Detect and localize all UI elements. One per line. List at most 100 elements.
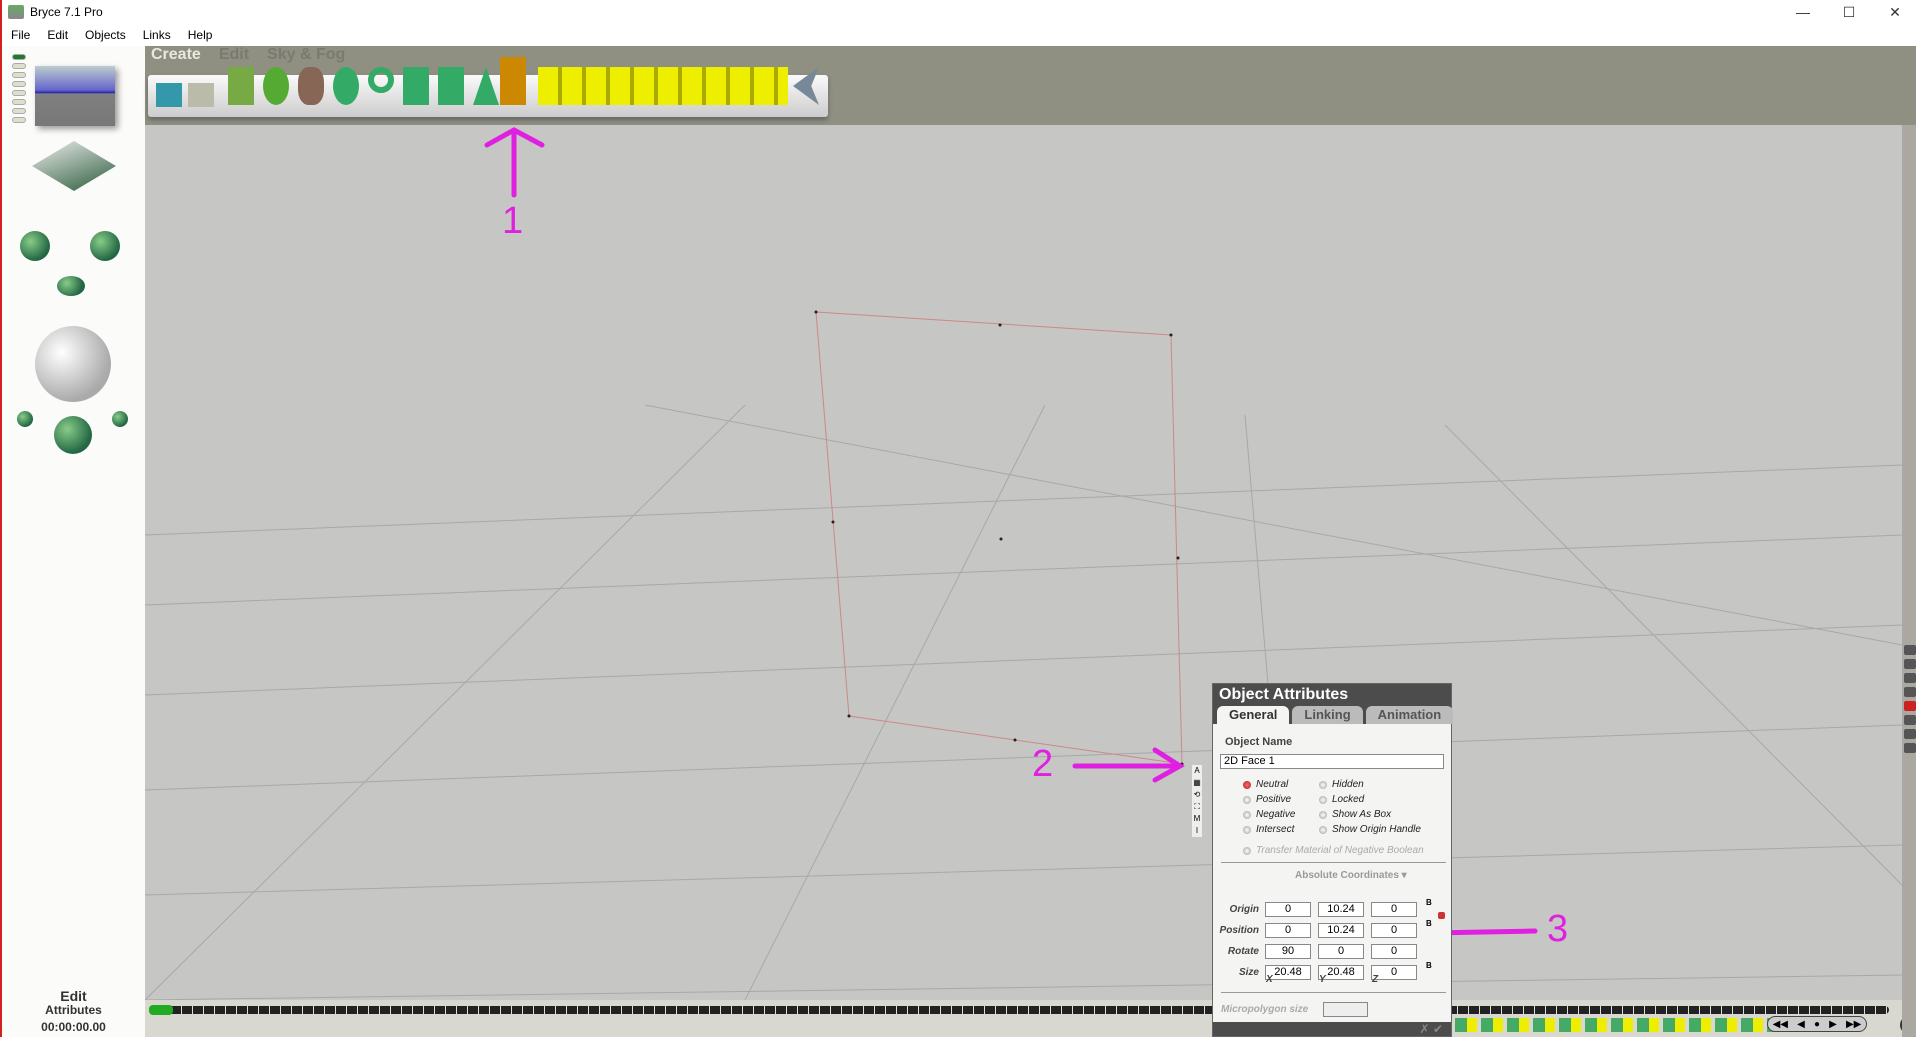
transfer-label: Transfer Material of Negative Boolean: [1256, 845, 1424, 856]
coord-y-input[interactable]: 10.24: [1318, 923, 1364, 938]
tool-icon[interactable]: [1904, 645, 1916, 655]
tab-general[interactable]: General: [1217, 706, 1290, 724]
tree-tool[interactable]: [263, 67, 289, 105]
pan-control[interactable]: [20, 231, 50, 261]
import-tool[interactable]: [793, 67, 819, 105]
time-display: 00:00:00.00: [41, 1020, 106, 1034]
radio-negative[interactable]: Negative: [1243, 809, 1295, 820]
tool-icon[interactable]: [1904, 701, 1916, 711]
menu-bar: File Edit Objects Links Help: [2, 24, 1916, 46]
coord-x-input[interactable]: 0: [1265, 902, 1311, 917]
coordinates-mode-dropdown[interactable]: Absolute Coordinates ▾: [1295, 870, 1407, 881]
b-marker: B: [1426, 898, 1432, 907]
tab-edit[interactable]: Edit: [219, 46, 249, 64]
radio-neutral[interactable]: Neutral: [1243, 779, 1288, 790]
render-option[interactable]: [112, 411, 128, 427]
tag-info[interactable]: I: [1192, 825, 1202, 837]
tab-sky-fog[interactable]: Sky & Fog: [267, 46, 345, 64]
menu-help[interactable]: Help: [179, 28, 221, 42]
dialog-title: Object Attributes: [1213, 684, 1451, 706]
camera-sphere[interactable]: [35, 326, 111, 402]
coord-y-input[interactable]: 10.24: [1318, 902, 1364, 917]
cylinder-tool[interactable]: [403, 67, 429, 105]
tag-material[interactable]: M: [1192, 813, 1202, 825]
object-name-input[interactable]: 2D Face 1: [1220, 754, 1444, 769]
tool-icon[interactable]: [1904, 743, 1916, 753]
cube-tool[interactable]: [438, 67, 464, 105]
flag-label: Hidden: [1332, 779, 1364, 790]
ok-button[interactable]: ✔: [1433, 1022, 1443, 1036]
flag-show-as-box[interactable]: Show As Box: [1319, 809, 1391, 820]
cancel-button[interactable]: ✗: [1420, 1022, 1430, 1036]
timeline-scrubber[interactable]: [149, 1006, 1889, 1014]
close-button[interactable]: ✕: [1872, 0, 1916, 24]
tool-icon[interactable]: [1904, 687, 1916, 697]
render-button[interactable]: [54, 416, 92, 454]
primitive-tools[interactable]: [538, 67, 788, 105]
lock-icon[interactable]: [1438, 912, 1445, 919]
control-palette: Edit Attributes 00:00:00.00: [2, 46, 145, 1037]
3d-viewport[interactable]: A ▦ ⟲ ⛶ M I: [144, 125, 1903, 1001]
right-toolstrip: [1902, 125, 1916, 1037]
menu-file[interactable]: File: [2, 28, 38, 42]
nano-preview[interactable]: [35, 66, 115, 126]
radio-intersect[interactable]: Intersect: [1243, 824, 1294, 835]
fly-control[interactable]: [57, 276, 85, 296]
playback-controls[interactable]: ◀◀ ◀ ● ▶ ▶▶: [1767, 1016, 1867, 1032]
view-lamps[interactable]: [12, 54, 26, 126]
coord-x-input[interactable]: 90: [1265, 944, 1311, 959]
coord-x-input[interactable]: 0: [1265, 923, 1311, 938]
zoom-control[interactable]: [90, 231, 120, 261]
b-marker: B: [1426, 961, 1432, 970]
coord-row-label: Origin: [1229, 904, 1259, 915]
maximize-button[interactable]: ☐: [1826, 0, 1872, 24]
tag-link[interactable]: ⟲: [1192, 789, 1202, 801]
tool-icon[interactable]: [1904, 659, 1916, 669]
coord-z-input[interactable]: 0: [1371, 902, 1417, 917]
tab-create[interactable]: Create: [151, 46, 201, 64]
palette-tabs: Create Edit Sky & Fog: [151, 46, 345, 64]
mode-sublabel: Attributes: [45, 1003, 102, 1017]
rock-tool[interactable]: [298, 67, 324, 105]
flag-hidden[interactable]: Hidden: [1319, 779, 1364, 790]
tag-attributes[interactable]: A: [1192, 765, 1202, 777]
figure-tool[interactable]: [500, 57, 526, 105]
radio-label: Intersect: [1256, 824, 1295, 835]
flag-show-origin-handle[interactable]: Show Origin Handle: [1319, 824, 1421, 835]
coord-y-input[interactable]: 0: [1318, 944, 1364, 959]
ground-plane-tool[interactable]: [188, 83, 214, 107]
coord-row-label: Rotate: [1227, 946, 1259, 957]
radio-label: Neutral: [1256, 779, 1289, 790]
radio-positive[interactable]: Positive: [1243, 794, 1291, 805]
terrain-tool[interactable]: [228, 67, 254, 105]
tool-icon[interactable]: [1904, 729, 1916, 739]
tag-edit[interactable]: ⛶: [1192, 801, 1202, 813]
water-plane-tool[interactable]: [156, 83, 182, 107]
camera-trackball[interactable]: [32, 141, 116, 191]
torus-tool[interactable]: [368, 67, 394, 93]
menu-edit[interactable]: Edit: [38, 28, 76, 42]
flag-label: Locked: [1332, 794, 1365, 805]
axis-x-label: X: [1266, 974, 1273, 985]
pyramid-tool[interactable]: [473, 67, 499, 105]
annotation-2: 2: [1032, 743, 1054, 785]
menu-objects[interactable]: Objects: [76, 28, 134, 42]
minimize-button[interactable]: —: [1780, 0, 1826, 24]
tab-linking[interactable]: Linking: [1292, 706, 1363, 724]
metaball-tool[interactable]: [333, 67, 359, 105]
tab-animation[interactable]: Animation: [1365, 706, 1454, 724]
timeline-thumb[interactable]: [149, 1005, 173, 1015]
coord-z-input[interactable]: 0: [1371, 944, 1417, 959]
divider: [1221, 992, 1446, 993]
render-option[interactable]: [17, 411, 33, 427]
flag-locked[interactable]: Locked: [1319, 794, 1364, 805]
tool-icon[interactable]: [1904, 715, 1916, 725]
coord-z-input[interactable]: 0: [1371, 923, 1417, 938]
transfer-material-option[interactable]: Transfer Material of Negative Boolean: [1243, 845, 1424, 856]
tag-family[interactable]: ▦: [1192, 777, 1202, 789]
menu-links[interactable]: Links: [134, 28, 179, 42]
2d-face-object[interactable]: [815, 311, 1183, 765]
coord-row-label: Size: [1238, 967, 1259, 978]
micropolygon-input[interactable]: [1323, 1002, 1368, 1017]
tool-icon[interactable]: [1904, 673, 1916, 683]
